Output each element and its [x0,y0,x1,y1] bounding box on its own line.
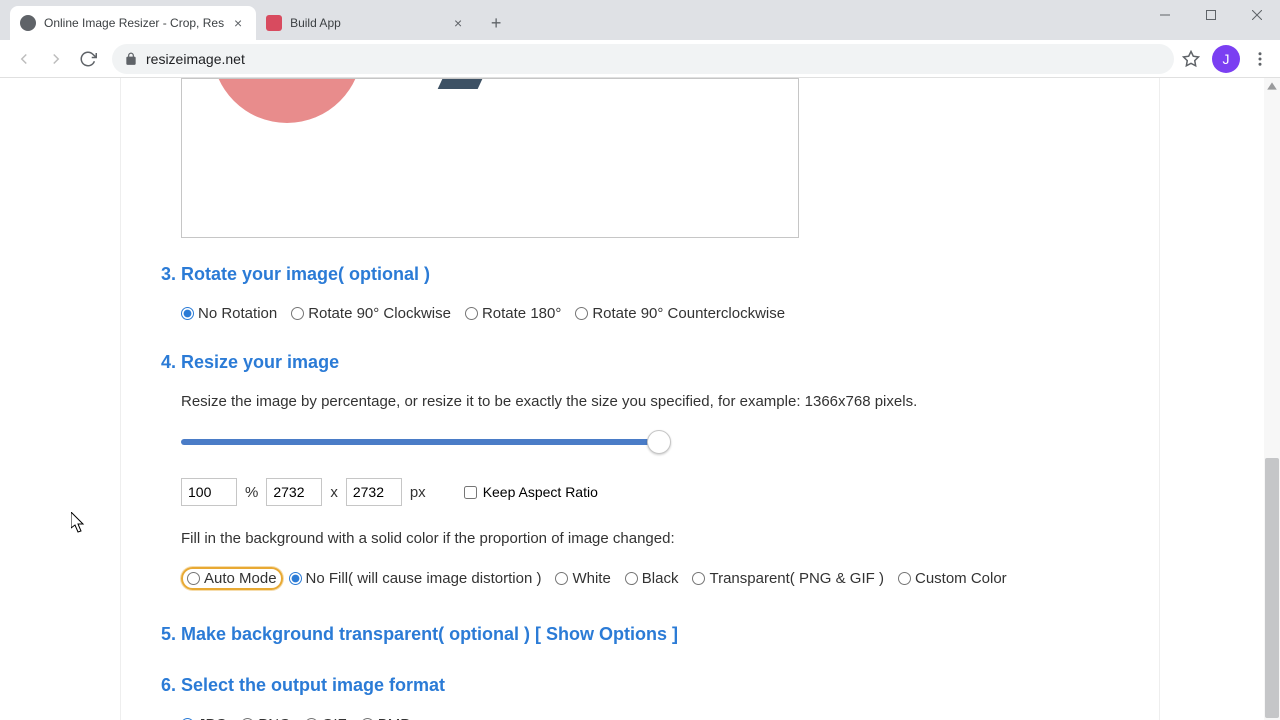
minimize-button[interactable] [1142,0,1188,30]
radio-bmp[interactable]: BMP [361,716,411,720]
kebab-menu-icon[interactable] [1248,47,1272,71]
address-bar-row: resizeimage.net J [0,40,1280,78]
px-label: px [410,484,426,501]
x-label: x [330,484,338,501]
image-preview-frame [181,78,799,238]
bookmark-star-icon[interactable] [1182,50,1200,68]
radio-auto-mode[interactable]: Auto Mode [187,570,277,587]
close-icon[interactable]: × [450,15,466,31]
percent-input[interactable] [181,478,237,506]
forward-button[interactable] [40,43,72,75]
close-window-button[interactable] [1234,0,1280,30]
resize-slider[interactable] [181,430,671,454]
page-viewport: 3. Rotate your image( optional ) No Rota… [0,78,1280,720]
globe-icon [20,15,36,31]
percent-label: % [245,484,258,501]
tab-title: Online Image Resizer - Crop, Res [44,16,224,30]
radio-png[interactable]: PNG [241,716,291,720]
close-icon[interactable]: × [230,15,246,31]
bg-fill-options: Auto Mode No Fill( will cause image dist… [181,567,1119,590]
section-5-title[interactable]: 5. Make background transparent( optional… [161,624,1119,645]
scrollbar-track[interactable] [1264,78,1280,720]
section-3-title: 3. Rotate your image( optional ) [161,264,1119,285]
tab-title: Build App [290,16,444,30]
app-icon [266,15,282,31]
radio-rotate-90-ccw[interactable]: Rotate 90° Counterclockwise [575,305,785,322]
page-content: 3. Rotate your image( optional ) No Rota… [120,78,1160,720]
window-controls [1142,0,1280,30]
resize-description: Resize the image by percentage, or resiz… [181,393,1119,410]
bg-fill-description: Fill in the background with a solid colo… [181,530,1119,547]
browser-tab-bar: Online Image Resizer - Crop, Res × Build… [0,0,1280,40]
address-bar[interactable]: resizeimage.net [112,44,1174,74]
radio-no-fill[interactable]: No Fill( will cause image distortion ) [289,570,542,587]
tab-active[interactable]: Online Image Resizer - Crop, Res × [10,6,256,40]
radio-custom-color[interactable]: Custom Color [898,570,1007,587]
new-tab-button[interactable]: + [482,9,510,37]
back-button[interactable] [8,43,40,75]
radio-black[interactable]: Black [625,570,679,587]
maximize-button[interactable] [1188,0,1234,30]
slider-track [181,439,651,445]
profile-avatar[interactable]: J [1212,45,1240,73]
scrollbar-thumb[interactable] [1265,458,1279,718]
format-options: JPG PNG GIF BMP [161,716,1119,720]
section-4-title: 4. Resize your image [161,352,1119,373]
radio-rotate-90-cw[interactable]: Rotate 90° Clockwise [291,305,451,322]
keep-aspect-checkbox[interactable]: Keep Aspect Ratio [464,484,598,500]
slider-thumb[interactable] [647,430,671,454]
preview-shape-parallelogram [438,78,497,89]
tab-inactive[interactable]: Build App × [256,6,476,40]
scroll-up-arrow-icon[interactable] [1266,80,1278,92]
radio-rotate-180[interactable]: Rotate 180° [465,305,561,322]
reload-button[interactable] [72,43,104,75]
url-text: resizeimage.net [146,51,245,67]
preview-shape-circle [212,78,362,123]
radio-white[interactable]: White [555,570,610,587]
rotation-options: No Rotation Rotate 90° Clockwise Rotate … [161,305,1119,322]
radio-gif[interactable]: GIF [305,716,347,720]
dimension-inputs: % x px Keep Aspect Ratio [181,478,1119,506]
lock-icon [124,52,138,66]
radio-jpg[interactable]: JPG [181,716,227,720]
section-6-title: 6. Select the output image format [161,675,1119,696]
width-input[interactable] [266,478,322,506]
height-input[interactable] [346,478,402,506]
radio-transparent[interactable]: Transparent( PNG & GIF ) [692,570,884,587]
radio-no-rotation[interactable]: No Rotation [181,305,277,322]
highlighted-option: Auto Mode [181,567,283,590]
